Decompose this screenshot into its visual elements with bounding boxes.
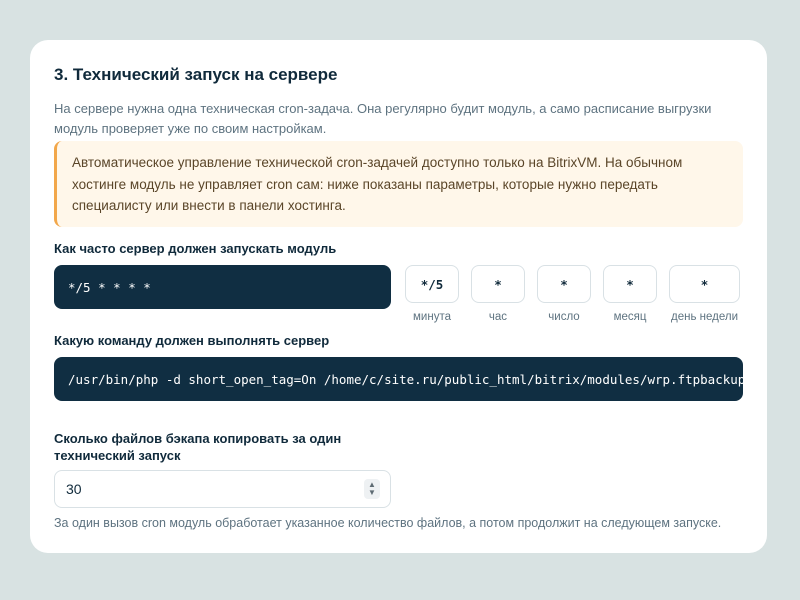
section-intro: На сервере нужна одна техническая cron-з… (54, 101, 712, 136)
cron-field-weekday: * день недели (669, 265, 740, 323)
cron-weekday-input[interactable]: * (669, 265, 740, 303)
cron-hour-input[interactable]: * (471, 265, 525, 303)
files-label: Сколько файлов бэкапа копировать за один… (54, 431, 342, 463)
spinner-down-icon[interactable]: ▼ (368, 489, 376, 497)
section-title: 3. Технический запуск на сервере (54, 65, 338, 84)
cron-month-input[interactable]: * (603, 265, 657, 303)
command-label: Какую команду должен выполнять сервер (54, 333, 330, 348)
cron-fields: */5 минута * час * число * месяц * день … (405, 265, 740, 323)
cron-field-minute: */5 минута (405, 265, 459, 323)
cron-field-hour: * час (471, 265, 525, 323)
command-box[interactable]: /usr/bin/php -d short_open_tag=On /home/… (54, 357, 743, 401)
cron-minute-input[interactable]: */5 (405, 265, 459, 303)
cron-minute-caption: минута (413, 311, 451, 323)
cron-month-caption: месяц (613, 311, 647, 323)
warning-notice: Автоматическое управление технической cr… (54, 141, 743, 227)
cron-day-caption: число (548, 311, 580, 323)
cron-expression[interactable]: */5 * * * * (54, 265, 391, 309)
files-count-input[interactable]: 30 ▲ ▼ (54, 470, 391, 508)
cron-field-day: * число (537, 265, 591, 323)
files-hint: За один вызов cron модуль обработает ука… (54, 516, 722, 530)
files-count-value: 30 (66, 481, 82, 497)
cron-weekday-caption: день недели (671, 311, 738, 323)
cron-day-input[interactable]: * (537, 265, 591, 303)
cron-field-month: * месяц (603, 265, 657, 323)
cron-settings-card: 3. Технический запуск на сервере На серв… (30, 40, 767, 553)
number-spinner-icon[interactable]: ▲ ▼ (364, 479, 380, 499)
cron-hour-caption: час (488, 311, 508, 323)
schedule-row: */5 * * * * */5 минута * час * число * м… (54, 265, 743, 323)
schedule-label: Как часто сервер должен запускать модуль (54, 241, 337, 256)
